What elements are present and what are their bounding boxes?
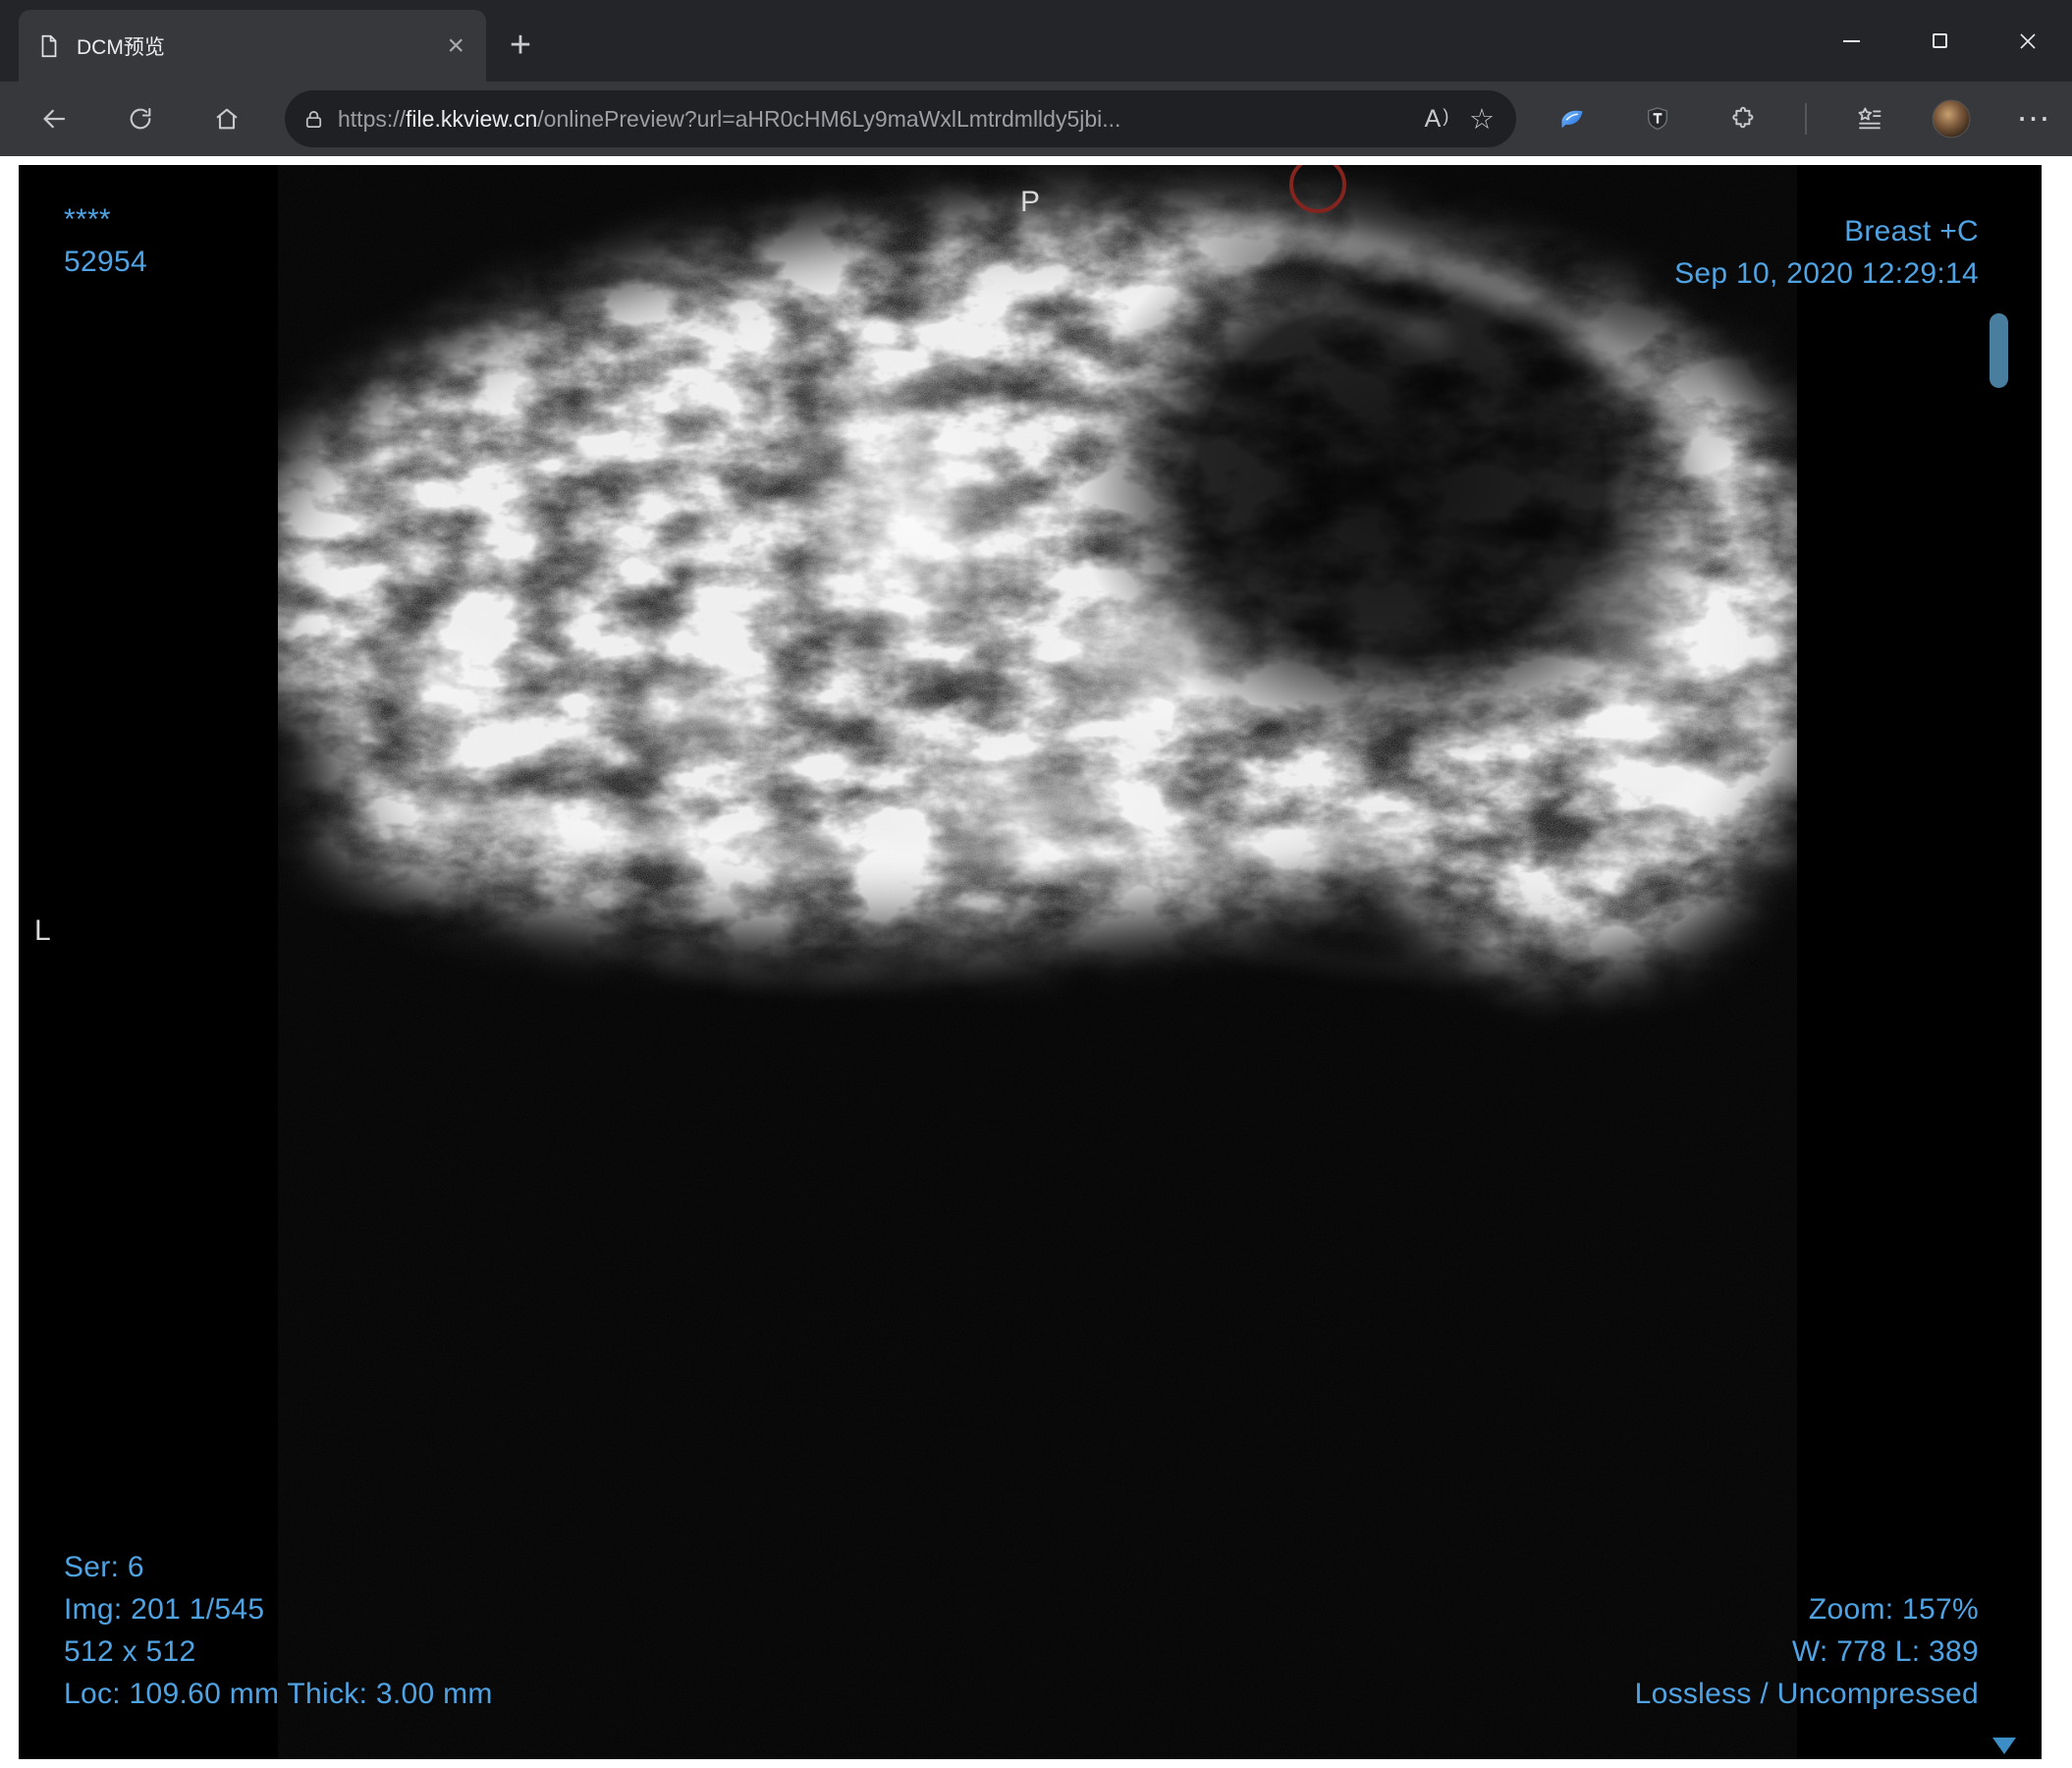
- favorites-hub-icon[interactable]: [1846, 96, 1892, 142]
- scroll-down-arrow-icon[interactable]: [1992, 1738, 2016, 1754]
- nav-left-group: [22, 91, 259, 146]
- patient-info-block: **** 52954: [64, 198, 147, 283]
- address-bar[interactable]: https://file.kkview.cn/onlinePreview?url…: [285, 90, 1516, 147]
- maximize-button[interactable]: [1895, 0, 1984, 82]
- patient-name-masked: ****: [64, 203, 111, 236]
- nav-right-group: …: [1549, 91, 2056, 142]
- window-level: W: 778 L: 389: [1791, 1635, 1979, 1668]
- url-scheme: https://: [338, 105, 407, 132]
- tab-close-icon[interactable]: ×: [443, 30, 468, 61]
- url-path: /onlinePreview?url=aHR0cHM6Ly9maWxlLmtrd…: [537, 105, 1121, 132]
- tab-strip: DCM预览 × +: [0, 0, 2072, 82]
- read-aloud-icon[interactable]: A): [1414, 96, 1459, 141]
- refresh-icon: [130, 108, 151, 130]
- browser-window: DCM预览 × + https://file.kkview.cn/onlineP…: [0, 0, 2072, 1768]
- profile-avatar[interactable]: [1932, 99, 1971, 138]
- minimize-icon: [1842, 39, 1860, 42]
- shield-t-extension-icon[interactable]: [1634, 96, 1680, 142]
- image-matrix: 512 x 512: [64, 1635, 196, 1668]
- orientation-marker-posterior: P: [1020, 186, 1041, 218]
- series-info-block: Ser: 6 Img: 201 1/545 512 x 512 Loc: 109…: [64, 1546, 493, 1715]
- tab-dcm-preview[interactable]: DCM预览 ×: [19, 10, 486, 82]
- home-icon: [216, 108, 238, 130]
- toolbar-divider: [1805, 103, 1807, 135]
- back-arrow-icon: [43, 109, 66, 129]
- refresh-button[interactable]: [108, 91, 173, 146]
- favorite-star-icon[interactable]: ☆: [1459, 96, 1504, 141]
- study-info-block: Breast +C Sep 10, 2020 12:29:14: [1674, 210, 1979, 295]
- page-background: **** 52954 Breast +C Sep 10, 2020 12:29:…: [0, 156, 2072, 1768]
- orientation-marker-left: L: [34, 914, 51, 947]
- navigation-bar: https://file.kkview.cn/onlinePreview?url…: [0, 82, 2072, 156]
- extensions-puzzle-icon[interactable]: [1719, 96, 1766, 142]
- study-description: Breast +C: [1844, 215, 1979, 248]
- mri-scan-image: [278, 165, 1797, 1759]
- page-document-icon: [36, 33, 62, 59]
- dicom-viewer[interactable]: **** 52954 Breast +C Sep 10, 2020 12:29:…: [19, 165, 2042, 1759]
- study-datetime: Sep 10, 2020 12:29:14: [1674, 257, 1979, 290]
- maximize-icon: [1932, 33, 1947, 48]
- lock-icon: [302, 108, 325, 131]
- image-number: Img: 201 1/545: [64, 1593, 265, 1626]
- series-number: Ser: 6: [64, 1551, 144, 1583]
- zoom-level: Zoom: 157%: [1808, 1593, 1979, 1626]
- close-icon: [2020, 32, 2036, 49]
- patient-id: 52954: [64, 246, 147, 278]
- slice-location: Loc: 109.60 mm Thick: 3.00 mm: [64, 1678, 493, 1710]
- settings-menu-icon[interactable]: …: [2010, 91, 2056, 142]
- display-info-block: Zoom: 157% W: 778 L: 389 Lossless / Unco…: [1635, 1588, 1979, 1715]
- url-domain: file.kkview.cn: [406, 105, 538, 132]
- window-controls: [1807, 0, 2072, 82]
- compression-info: Lossless / Uncompressed: [1634, 1678, 1979, 1710]
- back-button[interactable]: [22, 91, 86, 146]
- scrollbar-thumb[interactable]: [1990, 313, 2008, 388]
- home-button[interactable]: [194, 91, 259, 146]
- close-window-button[interactable]: [1984, 0, 2072, 82]
- new-tab-button[interactable]: +: [497, 22, 544, 69]
- minimize-button[interactable]: [1807, 0, 1895, 82]
- blue-extension-icon[interactable]: [1549, 96, 1595, 142]
- url-text: https://file.kkview.cn/onlinePreview?url…: [338, 106, 1414, 133]
- tab-title: DCM预览: [77, 35, 165, 59]
